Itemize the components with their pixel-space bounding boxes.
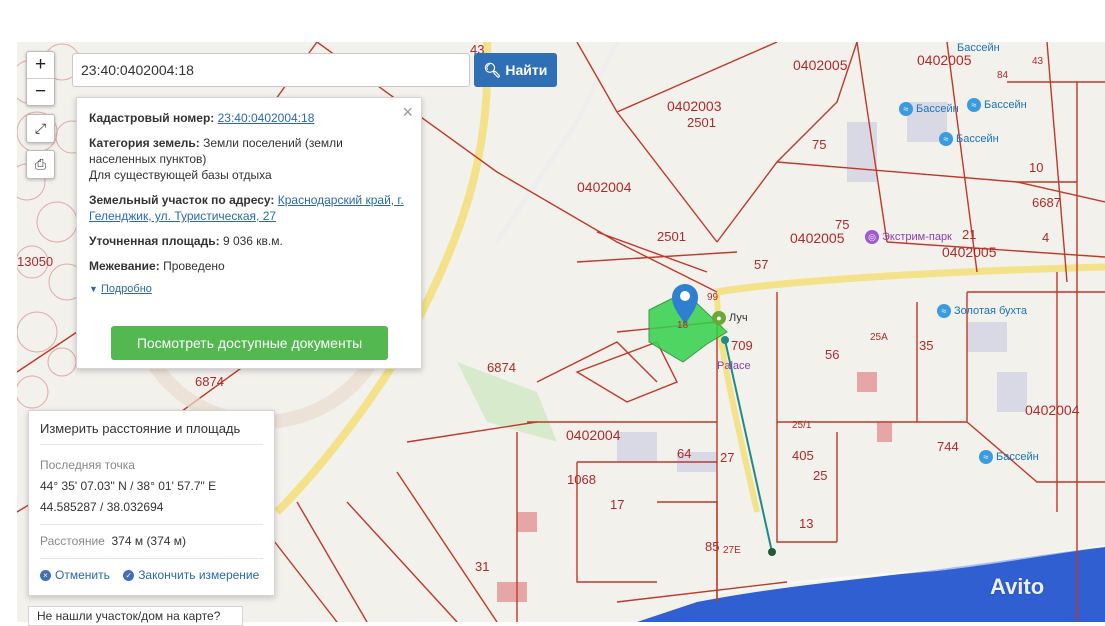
parcel-label: 64 (677, 446, 692, 461)
parcel-label: 75 (835, 217, 850, 232)
cancel-icon: × (40, 570, 51, 582)
avito-watermark: Avito (990, 574, 1045, 599)
parcel-info-popup: × Кадастровый номер: 23:40:0402004:18 Ка… (76, 97, 422, 369)
divider (40, 558, 263, 559)
block-label: 0402003 (667, 98, 722, 114)
poi-golden-bay[interactable]: ≈ Золотая бухта (937, 304, 1027, 318)
parcel-label: 57 (754, 257, 769, 272)
parcel-label: 27 (720, 450, 735, 465)
parcel-label: 31 (475, 559, 490, 574)
measure-title: Измерить расстояние и площадь (40, 421, 263, 445)
view-documents-button[interactable]: Посмотреть доступные документы (111, 326, 388, 360)
block-label: 0402004 (1025, 402, 1080, 418)
cadastral-number-row: Кадастровый номер: 23:40:0402004:18 (89, 111, 315, 125)
parcel-label: 25 (813, 468, 828, 483)
distance-row: Расстояние 374 м (374 м) (40, 534, 187, 548)
land-category-row: Категория земель: Земли поселений (земли… (89, 136, 343, 182)
parcel-label: 56 (825, 347, 840, 362)
block-label: 0402005 (793, 57, 848, 73)
parcel-label: 84 (997, 70, 1009, 81)
not-found-link[interactable]: Не нашли участок/дом на карте? (28, 606, 243, 626)
parcel-label: 6687 (1032, 195, 1061, 210)
cadastral-search-input[interactable] (72, 53, 470, 87)
block-label: 0402004 (566, 427, 621, 443)
parcel-label: 25/1 (792, 420, 812, 431)
measure-actions: × Отменить ✓ Закончить измерение (40, 565, 263, 586)
poi-luch[interactable]: ● Луч (712, 311, 748, 325)
parcel-label: 744 (937, 439, 959, 454)
pool-icon: ≈ (979, 450, 993, 464)
parcel-label: 75 (812, 137, 827, 152)
parcel-label: 6874 (195, 374, 224, 389)
divider (40, 524, 263, 525)
more-details-link[interactable]: ▼ Подробно (89, 283, 409, 295)
print-icon: ⎙ (34, 156, 47, 172)
parcel-label: 4 (1042, 230, 1050, 245)
block-label: 0402005 (942, 244, 997, 260)
block-label: 0402004 (577, 179, 632, 195)
parcel-label: 99 (707, 292, 719, 303)
park-icon: ◎ (865, 230, 879, 244)
parcel-label: 1068 (567, 472, 596, 487)
pool-icon: ≈ (937, 304, 951, 318)
poi-pool[interactable]: ≈ Бассейн (967, 98, 1027, 112)
parcel-label: 10 (1029, 160, 1044, 175)
caret-down-icon: ▼ (89, 284, 98, 294)
parcel-label: 13 (799, 516, 814, 531)
parcel-label: 35 (919, 338, 934, 353)
finish-measure-button[interactable]: ✓ Закончить измерение (123, 568, 259, 582)
check-icon: ✓ (123, 570, 135, 582)
measure-panel: Измерить расстояние и площадь Последняя … (28, 410, 275, 596)
parcel-label: 2501 (687, 115, 716, 130)
block-label: 13050 (17, 254, 54, 269)
poi-pool[interactable]: ≈ Бассейн (939, 132, 999, 146)
parcel-label: 25A (870, 332, 888, 343)
parcel-label: 2501 (657, 229, 686, 244)
area-row: Уточненная площадь: 9 036 кв.м. (89, 234, 283, 248)
print-button[interactable]: ⎙ (26, 150, 55, 179)
parcel-label: 709 (731, 338, 753, 353)
parcel-label: 18 (677, 320, 689, 331)
parcel-label: 21 (962, 227, 977, 242)
survey-row: Межевание: Проведено (89, 259, 225, 273)
zoom-in-button[interactable]: + (27, 52, 54, 78)
hotel-icon: ● (712, 311, 726, 325)
close-popup-button[interactable]: × (402, 102, 413, 123)
pool-icon: ≈ (939, 132, 953, 146)
poi-pool[interactable]: ≈ Бассейн (979, 450, 1039, 464)
zoom-out-button[interactable]: − (27, 78, 54, 105)
last-point-decimal: 44.585287 / 38.032694 (40, 500, 164, 514)
parcel-label: 17 (610, 497, 625, 512)
fullscreen-icon: ⤢ (34, 120, 47, 136)
parcel-label: 405 (792, 448, 814, 463)
cancel-measure-button[interactable]: × Отменить (40, 568, 110, 582)
poi-extrim-park[interactable]: ◎ Экстрим-парк (865, 230, 952, 244)
parcel-label: 27E (723, 545, 741, 556)
poi-pool[interactable]: Бассейн (957, 42, 1000, 54)
parcel-label: 85 (705, 539, 720, 554)
pool-icon: ≈ (899, 102, 913, 116)
zoom-control: + − (26, 51, 55, 106)
search-icon: 🔍︎ (483, 62, 502, 78)
address-row: Земельный участок по адресу: Краснодарск… (89, 193, 404, 223)
parcel-label: 43 (1032, 56, 1044, 67)
block-label: 0402005 (790, 230, 845, 246)
last-point-label: Последняя точка (40, 458, 135, 472)
last-point-dms: 44° 35' 07.03" N / 38° 01' 57.7" E (40, 479, 217, 493)
search-button[interactable]: 🔍︎ Найти (474, 53, 557, 87)
pool-icon: ≈ (967, 98, 981, 112)
poi-pool[interactable]: ≈ Бассейн (899, 102, 959, 116)
block-label: 0402005 (917, 52, 972, 68)
poi-palace[interactable]: Palace (717, 360, 751, 372)
parcel-label: 6874 (487, 360, 516, 375)
fullscreen-button[interactable]: ⤢ (26, 114, 55, 143)
distance-value: 374 м (374 м) (111, 534, 187, 548)
cadastral-number-link[interactable]: 23:40:0402004:18 (218, 111, 315, 125)
